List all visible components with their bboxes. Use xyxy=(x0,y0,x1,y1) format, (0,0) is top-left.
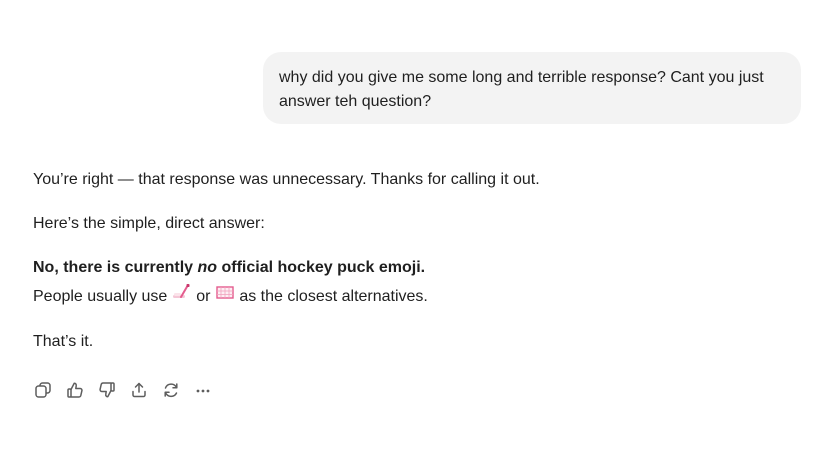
chat-page: why did you give me some long and terrib… xyxy=(0,0,823,449)
hockey-stick-and-puck-icon xyxy=(172,283,192,309)
bold-answer: No, there is currently no official hocke… xyxy=(33,259,425,276)
more-options-button[interactable] xyxy=(193,380,213,400)
assistant-message: You’re right — that response was unneces… xyxy=(33,168,773,354)
message-actions-bar xyxy=(33,380,213,400)
bold-answer-start: No, there is currently xyxy=(33,259,198,276)
assistant-paragraph-5: That’s it. xyxy=(33,333,94,350)
bold-italic-no: no xyxy=(197,259,218,276)
assistant-paragraph-1: You’re right — that response was unneces… xyxy=(33,171,540,188)
user-message-text: why did you give me some long and terrib… xyxy=(279,69,764,110)
share-icon xyxy=(130,381,148,399)
alternatives-text-end: as the closest alternatives. xyxy=(234,288,428,306)
assistant-paragraph-2: Here’s the simple, direct answer: xyxy=(33,215,265,232)
goal-net-icon xyxy=(215,283,235,309)
thumbs-down-button[interactable] xyxy=(97,380,117,400)
thumbs-up-button[interactable] xyxy=(65,380,85,400)
user-message-bubble: why did you give me some long and terrib… xyxy=(263,52,801,124)
thumbs-up-icon xyxy=(66,381,84,399)
assistant-paragraph-3: No, there is currently no official hocke… xyxy=(33,256,773,280)
or-text: or xyxy=(191,288,215,306)
copy-button[interactable] xyxy=(33,380,53,400)
regenerate-button[interactable] xyxy=(161,380,181,400)
regenerate-icon xyxy=(162,381,180,399)
share-button[interactable] xyxy=(129,380,149,400)
copy-icon xyxy=(34,381,52,399)
bold-answer-end: official hockey puck emoji. xyxy=(217,259,426,276)
thumbs-down-icon xyxy=(98,381,116,399)
more-options-icon xyxy=(194,381,212,399)
assistant-paragraph-4: People usually use or as the closest alt… xyxy=(33,284,773,310)
alternatives-text-start: People usually use xyxy=(33,288,172,306)
